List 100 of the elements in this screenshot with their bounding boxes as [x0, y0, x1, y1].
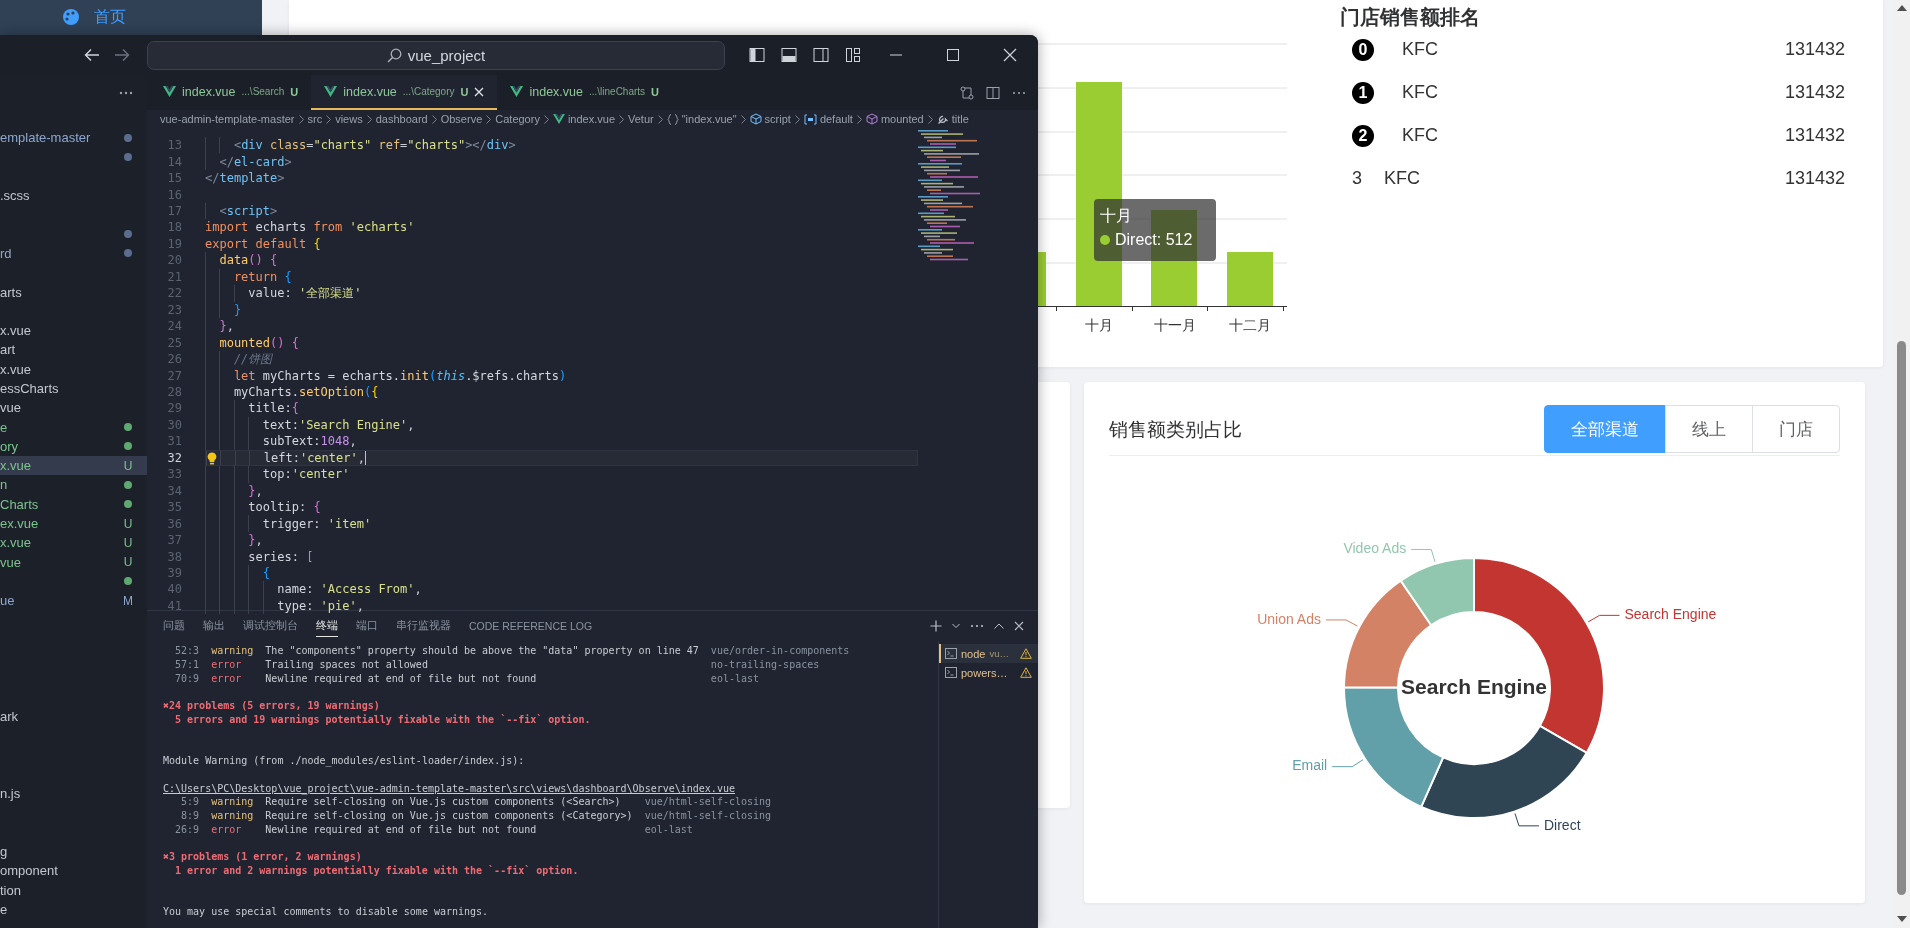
breadcrumb-item[interactable]: Vetur: [628, 113, 654, 125]
breadcrumb-item[interactable]: Observe: [440, 113, 483, 125]
tooltip-value: Direct: 512: [1115, 231, 1193, 249]
lint-severity: error: [211, 822, 243, 837]
more-icon[interactable]: [119, 91, 133, 95]
more-icon[interactable]: [970, 624, 984, 628]
explorer-item[interactable]: art: [0, 340, 147, 360]
explorer-item[interactable]: arts: [0, 282, 147, 302]
panel-tab[interactable]: 端口: [356, 615, 378, 637]
lightbulb-icon[interactable]: [207, 451, 217, 465]
pie-label: Video Ads: [1343, 540, 1407, 557]
plus-icon[interactable]: [930, 620, 942, 632]
code-line: },: [219, 319, 234, 334]
breadcrumb-item[interactable]: views: [335, 113, 363, 125]
explorer-item[interactable]: vue U: [0, 552, 147, 572]
line-number: 29: [166, 401, 182, 416]
sidebar-item[interactable]: 首页: [0, 0, 262, 34]
breadcrumb-item[interactable]: src: [307, 113, 323, 125]
scrollbar-thumb[interactable]: [1897, 341, 1906, 895]
panel-tab[interactable]: 调试控制台: [243, 615, 298, 637]
code-line: name: 'Access From',: [277, 582, 422, 597]
store-name: KFC: [1402, 39, 1438, 60]
file-path-link[interactable]: C:\Users\PC\Desktop\vue_project\vue-admin-template-master\src\views\dashboard\Observe\index.vue: [163, 782, 735, 794]
breadcrumb-item[interactable]: Category: [495, 113, 540, 125]
code-line: tooltip: {: [248, 500, 321, 515]
split-layout-icon[interactable]: [813, 47, 829, 63]
chevron-up-icon[interactable]: [994, 623, 1004, 629]
maximize-icon[interactable]: [945, 48, 960, 62]
breadcrumb-item[interactable]: default: [803, 113, 853, 125]
explorer-item[interactable]: ex.vue U: [0, 513, 147, 534]
code-line: let myCharts = echarts.init(this.$refs.charts): [233, 368, 567, 383]
panel-tab[interactable]: 问题: [163, 615, 185, 637]
close-icon[interactable]: [474, 86, 485, 97]
breadcrumb-item[interactable]: title: [936, 113, 969, 125]
series-dot: [1100, 235, 1110, 245]
scroll-up-icon[interactable]: [1896, 5, 1907, 11]
back-arrow-icon[interactable]: [84, 48, 100, 62]
close-icon[interactable]: [1014, 621, 1024, 631]
terminal-item[interactable]: node vu…: [939, 644, 1038, 663]
editor-tab[interactable]: index.vue ...\Search U: [150, 75, 312, 110]
leader-line: [1331, 759, 1364, 768]
grid-layout-icon[interactable]: [845, 47, 861, 63]
explorer-item[interactable]: tion: [0, 880, 147, 900]
explorer-item[interactable]: emplate-master: [0, 128, 147, 148]
command-center[interactable]: vue_project: [147, 40, 725, 70]
terminal-item[interactable]: powers…: [939, 663, 1038, 682]
breadcrumb-item[interactable]: index.vue: [552, 113, 615, 125]
explorer-item[interactable]: rd: [0, 243, 147, 264]
channel-toggle[interactable]: 线上: [1665, 405, 1753, 453]
explorer-item[interactable]: n.js: [0, 784, 147, 804]
explorer-item[interactable]: omponent: [0, 861, 147, 881]
explorer-item[interactable]: e: [0, 417, 147, 437]
explorer-item[interactable]: ory: [0, 436, 147, 457]
breadcrumb-item[interactable]: script: [749, 113, 791, 125]
explorer-item[interactable]: Charts: [0, 494, 147, 514]
panel-tab[interactable]: CODE REFERENCE LOG: [469, 616, 593, 636]
forward-arrow-icon[interactable]: [114, 48, 130, 62]
breadcrumb-item[interactable]: "index.vue": [666, 113, 737, 125]
explorer-item[interactable]: x.vue U: [0, 533, 147, 553]
line-number: 17: [166, 204, 182, 219]
scroll-down-icon[interactable]: [1896, 916, 1907, 922]
channel-toggle[interactable]: 门店: [1752, 405, 1840, 453]
lint-severity: warning: [211, 809, 254, 823]
close-icon[interactable]: [1002, 48, 1017, 62]
panel-tab[interactable]: 输出: [203, 615, 225, 637]
explorer-item[interactable]: x.vue: [0, 359, 147, 379]
breadcrumb-item[interactable]: dashboard: [375, 113, 428, 125]
code-line: <script>: [219, 204, 278, 219]
breadcrumb-item[interactable]: vue-admin-template-master: [160, 113, 295, 125]
sidebar-layout-icon[interactable]: [749, 47, 765, 63]
explorer-item[interactable]: x.vue: [0, 320, 147, 341]
line-number: 25: [166, 335, 182, 350]
compare-icon[interactable]: [960, 85, 974, 100]
editor-tab[interactable]: index.vue ...\Category U: [311, 75, 498, 110]
panel-tab[interactable]: 终端: [316, 615, 338, 637]
explorer-item[interactable]: .scss: [0, 185, 147, 206]
breadcrumb-item[interactable]: mounted: [865, 113, 924, 125]
lint-rule: eol-last: [710, 671, 761, 686]
explorer-item[interactable]: n: [0, 475, 147, 495]
explorer-item[interactable]: essCharts: [0, 378, 147, 399]
more-icon[interactable]: [1012, 90, 1026, 95]
chevron-icon: [326, 114, 332, 124]
cube-icon: [749, 113, 762, 125]
panel-tab[interactable]: 串行监视器: [396, 615, 451, 637]
explorer-item[interactable]: e: [0, 899, 147, 920]
explorer-item[interactable]: x.vue U: [0, 456, 147, 476]
explorer-item[interactable]: g: [0, 842, 147, 862]
panel-layout-icon[interactable]: [781, 47, 797, 63]
explorer-item[interactable]: vue: [0, 398, 147, 418]
code-line: left:'center',: [263, 450, 365, 465]
line-number: 35: [166, 500, 182, 515]
chevron-down-icon[interactable]: [952, 623, 960, 629]
explorer-item[interactable]: ue M: [0, 591, 147, 611]
sales-value: 131432: [1784, 168, 1845, 189]
split-editor-icon[interactable]: [986, 85, 1000, 100]
code-line: },: [248, 533, 263, 548]
chevron-icon: [657, 114, 663, 124]
sales-value: 131432: [1784, 82, 1845, 103]
editor-tab[interactable]: index.vue ...\lineCharts U: [497, 75, 673, 110]
explorer-item[interactable]: ark: [0, 706, 147, 727]
